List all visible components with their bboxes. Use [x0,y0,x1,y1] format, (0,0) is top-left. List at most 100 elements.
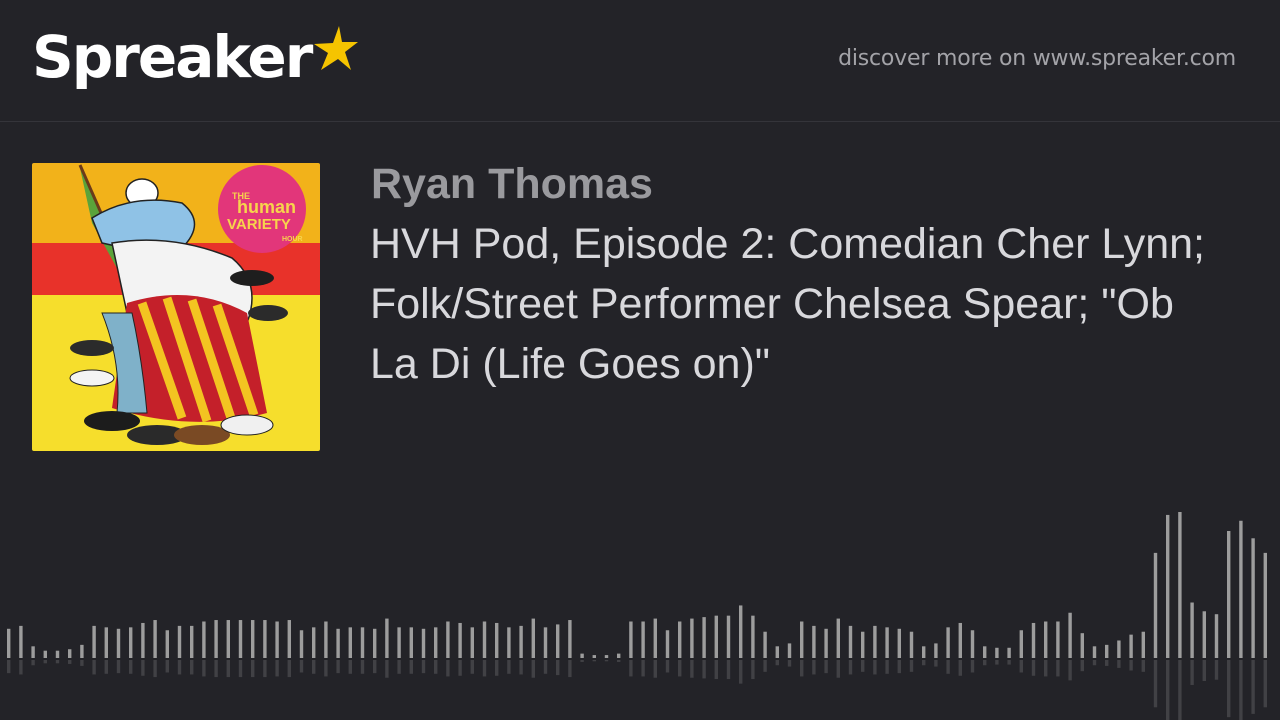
discover-link[interactable]: discover more on www.spreaker.com [838,46,1236,71]
waveform-bar-reflection [1019,660,1023,673]
waveform-bar [470,627,474,658]
waveform-bar [68,649,72,658]
waveform-bar-reflection [1190,660,1194,685]
waveform-bar [1080,633,1084,658]
waveform-bar [531,618,535,658]
waveform-bar-reflection [238,660,243,678]
waveform-bar-reflection [934,660,938,667]
waveform-bar-reflection [909,660,914,672]
waveform-bar [909,631,914,658]
waveform-bar-reflection [470,660,474,674]
cover-illustration: THE human VARIETY HOUR [32,163,320,451]
waveform-bar-reflection [617,660,621,662]
waveform-bar [934,643,938,658]
waveform-bar [324,621,328,658]
waveform-bar [165,630,169,658]
waveform-bar [312,627,316,658]
waveform-bar [800,621,804,658]
waveform-bar-reflection [641,660,645,677]
waveform-bar-reflection [885,660,889,674]
waveform-bar [714,615,718,658]
waveform-bar [970,630,975,658]
waveform-bar [43,650,47,658]
waveform-bar-reflection [751,660,755,680]
episode-author[interactable]: Ryan Thomas [371,158,653,210]
waveform-bar-reflection [763,660,767,672]
waveform-bar [1007,647,1011,658]
waveform-bar [1214,614,1219,658]
waveform-bar-reflection [43,660,47,664]
waveform-bar [251,620,255,658]
waveform-bar [1068,612,1072,658]
waveform-bar-reflection [1166,660,1170,720]
waveform-bar [726,615,731,658]
waveform-bar [202,621,206,658]
waveform-bar-reflection [202,660,206,677]
waveform-bar-reflection [665,660,670,673]
waveform-bar [641,621,645,658]
waveform-bar-reflection [1227,660,1231,718]
waveform-bar [775,646,779,658]
waveform-bar [922,646,926,658]
waveform-bar-reflection [68,660,72,664]
waveform-bar-reflection [141,660,145,676]
waveform-bar-reflection [836,660,840,678]
waveform-bar-reflection [397,660,401,674]
waveform-bar [556,624,560,658]
waveform-bar [1056,621,1060,658]
waveform-bar-reflection [1202,660,1206,682]
spreaker-logo[interactable]: Spreaker [32,22,359,102]
waveform-bar [617,653,621,658]
star-icon [314,26,359,70]
waveform-bar [104,627,108,658]
waveform-bar-reflection [519,660,523,675]
audio-waveform[interactable] [0,500,1280,720]
waveform-bar-reflection [690,660,694,678]
episode-title[interactable]: HVH Pod, Episode 2: Comedian Cher Lynn; … [370,214,1220,394]
waveform-bar-reflection [1214,660,1219,680]
waveform-bar-reflection [678,660,682,677]
waveform-bar-reflection [80,660,84,666]
waveform-bar-reflection [263,660,267,678]
waveform-bar-reflection [251,660,255,678]
waveform-bar [995,647,999,658]
waveform-bar [299,630,304,658]
waveform-bar [1166,514,1170,658]
waveform-bar [507,627,511,658]
waveform-bar [678,621,682,658]
waveform-bar [55,650,60,658]
waveform-bar [690,618,694,658]
waveform-bar-reflection [92,660,96,675]
waveform-bar-reflection [958,660,962,676]
waveform-bar [665,630,670,658]
waveform-bar [1227,530,1231,658]
waveform-bar [409,627,413,658]
waveform-bar [1153,552,1158,658]
waveform-bar-reflection [531,660,535,678]
waveform-bar-reflection [1117,660,1121,668]
waveform-bar-reflection [1007,660,1011,665]
episode-cover-art: THE human VARIETY HOUR [32,163,320,451]
waveform-bar-reflection [604,660,609,662]
waveform-bar-reflection [421,660,426,674]
waveform-bar [580,653,584,658]
waveform-bar [141,622,145,658]
waveform-bar-reflection [482,660,487,677]
waveform-bar [348,627,352,658]
waveform-bar [92,625,96,658]
badge-line-3: VARIETY [227,216,291,233]
waveform-bar [629,621,633,658]
waveform-bar [31,646,35,658]
waveform-bar-reflection [800,660,804,677]
waveform-bar [214,620,218,658]
waveform-bar-reflection [580,660,584,662]
waveform-bar-reflection [1044,660,1048,677]
waveform-bar-reflection [653,660,657,678]
waveform-bar-reflection [116,660,121,674]
waveform-bar [336,628,340,658]
waveform-bar-reflection [153,660,157,678]
waveform-bar-reflection [775,660,779,666]
waveform-bar [787,643,792,658]
waveform-bar-reflection [19,660,23,675]
waveform-bar [80,644,84,658]
